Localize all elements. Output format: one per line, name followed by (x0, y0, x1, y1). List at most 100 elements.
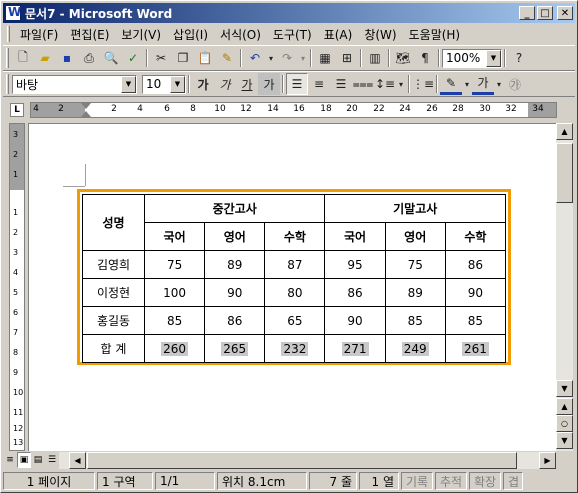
total-label-cell[interactable]: 합 계 (82, 334, 145, 363)
name-header-cell[interactable]: 성명 (82, 194, 145, 251)
score-cell[interactable]: 80 (264, 278, 326, 307)
underline-button[interactable]: 가 (236, 73, 258, 95)
subject-header-cell[interactable]: 국어 (324, 222, 386, 251)
new-document-icon[interactable]: 🗋 (12, 47, 34, 69)
subject-header-cell[interactable]: 수학 (264, 222, 326, 251)
score-cell[interactable]: 90 (444, 278, 507, 307)
spelling-icon[interactable]: ✓ (122, 47, 144, 69)
outline-view-button[interactable]: ☰ (45, 452, 59, 468)
print-preview-icon[interactable]: 🔍 (100, 47, 122, 69)
status-extend[interactable]: 확장 (469, 472, 501, 490)
horizontal-scroll-thumb[interactable] (87, 452, 517, 469)
show-hide-icon[interactable]: ¶ (414, 47, 436, 69)
menu-edit[interactable]: 편집(E) (64, 26, 115, 43)
grades-table-border[interactable]: 성명 중간고사 기말고사 국어 영어 수학 국어 영어 수학 김영희 75 89… (77, 189, 511, 365)
tables-borders-icon[interactable]: ▦ (314, 47, 336, 69)
score-cell[interactable]: 95 (324, 250, 386, 279)
columns-icon[interactable]: ▥ (364, 47, 386, 69)
status-overtype[interactable]: 겹 (503, 472, 523, 490)
score-cell[interactable]: 100 (143, 278, 206, 307)
group-header-cell[interactable]: 중간고사 (143, 194, 326, 223)
highlight-icon[interactable]: ✎ (440, 73, 462, 95)
line-spacing-icon[interactable]: ↕≡ (374, 73, 396, 95)
subject-header-cell[interactable]: 영어 (384, 222, 446, 251)
student-name-cell[interactable]: 이정현 (82, 278, 145, 307)
hanging-indent-marker[interactable] (81, 111, 91, 117)
vertical-scroll-thumb[interactable] (556, 143, 573, 203)
score-cell[interactable]: 85 (384, 306, 446, 335)
total-cell[interactable]: 232 (264, 334, 326, 363)
total-cell[interactable]: 260 (143, 334, 206, 363)
menu-help[interactable]: 도움말(H) (403, 26, 467, 43)
print-layout-view-button[interactable]: ▣ (17, 452, 31, 468)
total-cell[interactable]: 261 (444, 334, 507, 363)
subject-header-cell[interactable]: 국어 (143, 222, 206, 251)
insert-table-icon[interactable]: ⊞ (336, 47, 358, 69)
total-cell[interactable]: 271 (324, 334, 386, 363)
chevron-down-icon[interactable]: ▼ (121, 75, 136, 93)
distributed-icon[interactable]: ⩶ (352, 73, 374, 95)
font-color-icon[interactable]: 가 (472, 73, 494, 95)
vertical-ruler[interactable]: 3 2 1 1 2 3 4 5 6 7 8 9 10 11 12 13 (9, 123, 25, 451)
undo-icon[interactable]: ↶ (244, 47, 266, 69)
scroll-down-button[interactable]: ▼ (556, 380, 573, 397)
horizontal-scrollbar[interactable]: ≡ ▣ ▤ ☰ ◀ ▶ (3, 452, 556, 469)
minimize-button[interactable]: _ (519, 6, 535, 20)
grades-table[interactable]: 성명 중간고사 기말고사 국어 영어 수학 국어 영어 수학 김영희 75 89… (82, 194, 507, 363)
score-cell[interactable]: 65 (264, 306, 326, 335)
student-name-cell[interactable]: 홍길동 (82, 306, 145, 335)
menu-tools[interactable]: 도구(T) (267, 26, 318, 43)
chevron-down-icon[interactable]: ▼ (486, 49, 501, 67)
zoom-combo[interactable]: 100% ▼ (442, 48, 502, 68)
line-spacing-dropdown-icon[interactable]: ▾ (396, 73, 406, 95)
menu-insert[interactable]: 삽입(I) (167, 26, 214, 43)
align-right-icon[interactable]: ☰ (330, 73, 352, 95)
score-cell[interactable]: 75 (384, 250, 446, 279)
help-icon[interactable]: ? (508, 47, 530, 69)
copy-icon[interactable]: ❐ (172, 47, 194, 69)
redo-dropdown-icon[interactable]: ▾ (298, 47, 308, 69)
paste-icon[interactable]: 📋 (194, 47, 216, 69)
score-cell[interactable]: 75 (143, 250, 206, 279)
scroll-left-button[interactable]: ◀ (69, 452, 86, 469)
menu-window[interactable]: 창(W) (358, 26, 402, 43)
total-cell[interactable]: 265 (204, 334, 266, 363)
title-bar[interactable]: 문서7 - Microsoft Word _ □ ✕ (3, 3, 575, 23)
horizontal-ruler[interactable]: 4 2 2 4 6 8 10 12 14 16 18 20 22 24 26 2… (30, 102, 557, 118)
menu-view[interactable]: 보기(V) (115, 26, 167, 43)
format-painter-icon[interactable]: ✎ (216, 47, 238, 69)
justify-icon[interactable]: ☰ (286, 73, 308, 95)
previous-page-button[interactable]: ▲ (556, 398, 573, 415)
document-map-icon[interactable]: 🗺 (392, 47, 414, 69)
document-page[interactable]: 성명 중간고사 기말고사 국어 영어 수학 국어 영어 수학 김영희 75 89… (28, 123, 556, 451)
redo-icon[interactable]: ↷ (276, 47, 298, 69)
font-color-dropdown-icon[interactable]: ▾ (494, 73, 504, 95)
chevron-down-icon[interactable]: ▼ (170, 75, 185, 93)
score-cell[interactable]: 86 (324, 278, 386, 307)
undo-dropdown-icon[interactable]: ▾ (266, 47, 276, 69)
tab-selector-button[interactable]: L (10, 103, 24, 117)
select-browse-object-button[interactable]: ○ (556, 415, 573, 432)
close-button[interactable]: ✕ (557, 6, 573, 20)
menu-table[interactable]: 표(A) (318, 26, 359, 43)
score-cell[interactable]: 87 (264, 250, 326, 279)
open-folder-icon[interactable]: ▰ (34, 47, 56, 69)
toolbar-grip[interactable] (6, 74, 9, 94)
status-record[interactable]: 기록 (401, 472, 433, 490)
status-track-changes[interactable]: 추적 (435, 472, 467, 490)
score-cell[interactable]: 85 (444, 306, 507, 335)
align-center-icon[interactable]: ≡ (308, 73, 330, 95)
scroll-right-button[interactable]: ▶ (539, 452, 556, 469)
cut-icon[interactable]: ✂ (150, 47, 172, 69)
score-cell[interactable]: 90 (204, 278, 266, 307)
menu-file[interactable]: 파일(F) (14, 26, 64, 43)
menubar-grip[interactable] (7, 26, 10, 42)
vertical-scrollbar[interactable]: ▲ ▼ ▲ ○ ▼ (556, 123, 573, 451)
print-icon[interactable]: ⎙ (78, 47, 100, 69)
student-name-cell[interactable]: 김영희 (82, 250, 145, 279)
score-cell[interactable]: 89 (384, 278, 446, 307)
save-icon[interactable]: ▪ (56, 47, 78, 69)
toolbar-grip[interactable] (6, 48, 9, 68)
next-page-button[interactable]: ▼ (556, 432, 573, 449)
score-cell[interactable]: 89 (204, 250, 266, 279)
